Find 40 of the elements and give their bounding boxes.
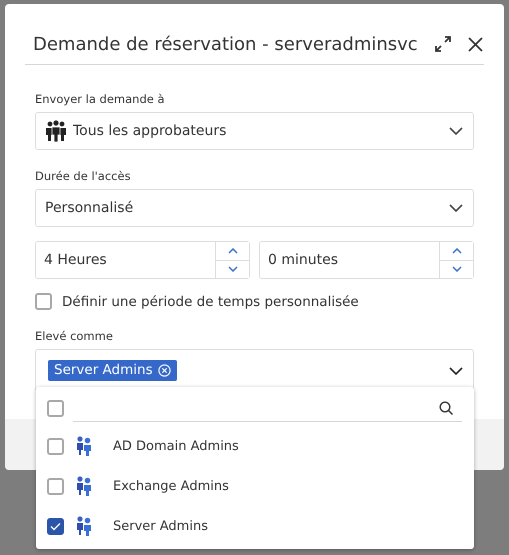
expand-button[interactable]: [434, 35, 452, 53]
number-spinner[interactable]: 4 Heures: [35, 241, 250, 279]
number-spinner[interactable]: 0 minutes: [259, 241, 474, 279]
spinner-value: 4 Heures: [43, 251, 108, 270]
remove-icon[interactable]: [158, 364, 171, 376]
checkbox[interactable]: [47, 518, 64, 534]
chevron-down-icon: [452, 266, 462, 272]
close-button[interactable]: [468, 36, 483, 52]
dialog-title: Demande de réservation - serveradminsvc: [33, 34, 418, 54]
user-group-icon: [76, 476, 93, 496]
checkbox[interactable]: [35, 293, 52, 310]
checkmark-icon: [50, 522, 61, 530]
spinner-value: 0 minutes: [267, 251, 340, 270]
user-group-icon: [76, 516, 93, 536]
field-label: Envoyer la demande à: [35, 92, 166, 106]
selected-tag: Server Admins: [48, 360, 177, 381]
dropdown-option[interactable]: AD Domain Admins: [47, 426, 462, 466]
dropdown-option[interactable]: Server Admins: [47, 506, 462, 546]
chevron-down-icon: [449, 204, 463, 212]
chevron-down-icon: [228, 266, 238, 272]
field-label: Durée de l'accès: [35, 169, 132, 183]
checkbox[interactable]: [47, 438, 64, 454]
expand-icon: [434, 35, 452, 53]
chevron-down-icon: [449, 366, 463, 374]
checkbox[interactable]: [47, 478, 64, 494]
decrement-button[interactable]: [216, 260, 249, 278]
decrement-button[interactable]: [440, 260, 473, 278]
chevron-up-icon: [228, 248, 238, 254]
approver-select[interactable]: Tous les approbateurs: [35, 112, 474, 150]
chevron-down-icon: [449, 127, 463, 135]
field-label: Elevé comme: [35, 329, 114, 343]
close-icon: [468, 36, 483, 52]
dropdown-option[interactable]: Exchange Admins: [47, 466, 462, 506]
user-group-icon: [76, 436, 93, 456]
chevron-up-icon: [452, 248, 462, 254]
people-icon: [45, 120, 67, 142]
checkbox-label: Définir une période de temps personnalisée: [62, 294, 359, 310]
duration-select[interactable]: Personnalisé: [35, 189, 474, 227]
select-all-checkbox[interactable]: [47, 400, 64, 417]
search-icon: [439, 400, 454, 416]
